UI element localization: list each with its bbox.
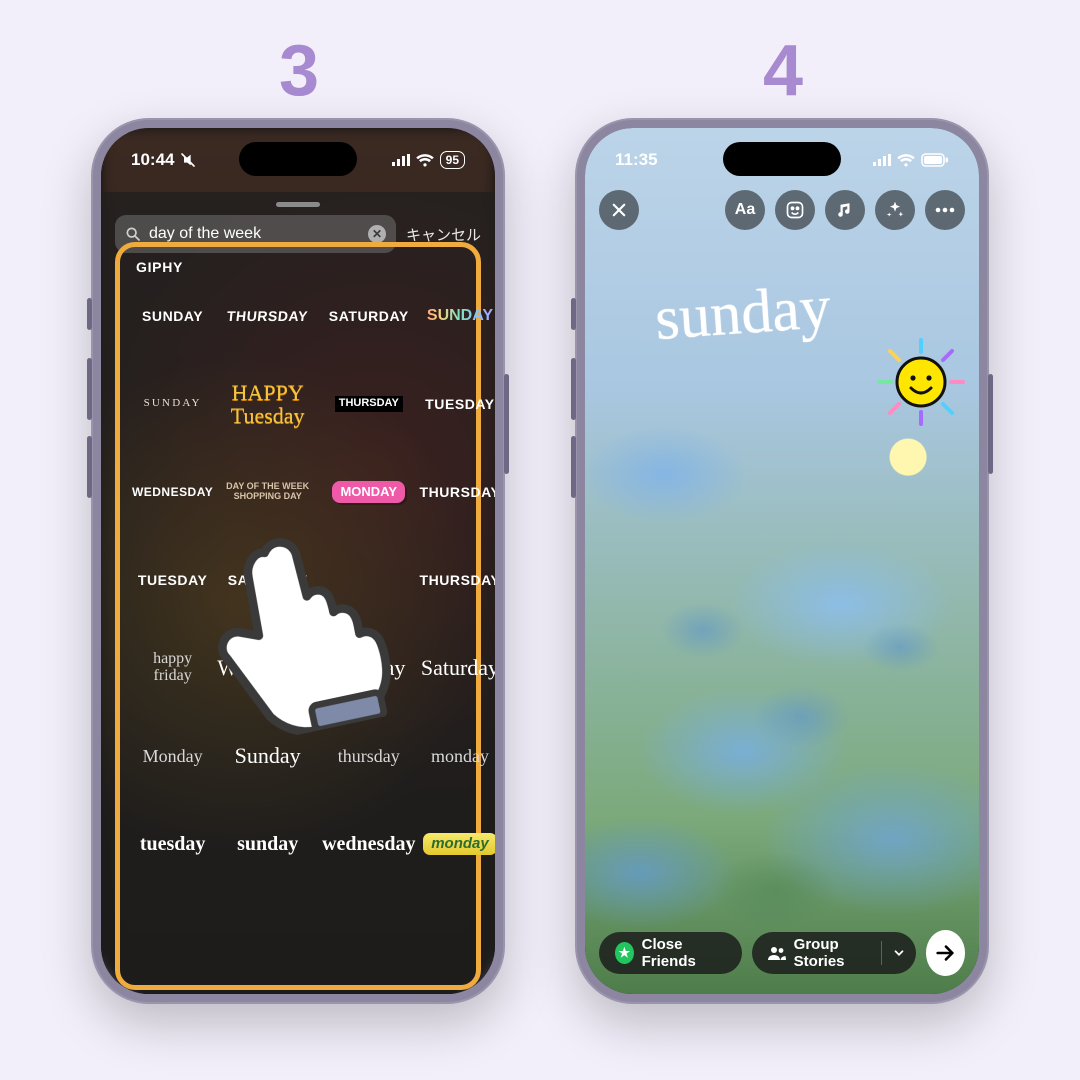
status-time: 11:35 bbox=[615, 150, 658, 170]
battery-icon: 95 bbox=[440, 151, 465, 169]
sticker-item[interactable]: Wednesday bbox=[217, 645, 318, 691]
sheet-grabber[interactable] bbox=[276, 202, 320, 207]
clear-search-button[interactable]: ✕ bbox=[368, 225, 386, 243]
sticker-item[interactable]: thursday bbox=[322, 733, 415, 779]
step-3: 3 10:44 95 bbox=[91, 30, 505, 1080]
sticker-search-sheet: ✕ キャンセル GIPHY SUNDAY THURSDAY SATURDAY S… bbox=[101, 192, 495, 994]
step-number: 4 bbox=[763, 30, 801, 112]
battery-icon bbox=[921, 153, 949, 167]
sticker-item[interactable]: HAPPY Tuesday bbox=[217, 381, 318, 427]
sticker-item[interactable]: Monday bbox=[132, 733, 213, 779]
sticker-item[interactable]: SUNDAY bbox=[419, 293, 495, 339]
sticker-grid: SUNDAY THURSDAY SATURDAY SUNDAY SUNDAY H… bbox=[126, 293, 470, 875]
placed-sticker-sunday[interactable]: sunday bbox=[653, 272, 833, 355]
group-stories-button[interactable]: Group Stories bbox=[752, 932, 916, 974]
cellular-icon bbox=[392, 154, 410, 166]
silent-icon bbox=[180, 152, 196, 168]
effects-tool-button[interactable] bbox=[875, 190, 915, 230]
sticker-item[interactable]: TUESDAY bbox=[132, 557, 213, 603]
sticker-item[interactable] bbox=[322, 557, 415, 603]
phone-mockup: 10:44 95 ✕ bbox=[91, 118, 505, 1004]
cellular-icon bbox=[873, 154, 891, 166]
sticker-item[interactable]: SUNDAY bbox=[132, 293, 213, 339]
sticker-item[interactable]: Sunday bbox=[217, 733, 318, 779]
wifi-icon bbox=[416, 154, 434, 167]
status-time: 10:44 bbox=[131, 150, 174, 170]
close-button[interactable] bbox=[599, 190, 639, 230]
sticker-item[interactable]: THURSDAY bbox=[419, 557, 495, 603]
close-friends-button[interactable]: ★ Close Friends bbox=[599, 932, 742, 974]
phone-mockup: 11:35 Aa bbox=[575, 118, 989, 1004]
step-4: 4 11:35 Aa bbox=[575, 30, 989, 1080]
send-button[interactable] bbox=[926, 930, 965, 976]
sticker-item[interactable]: SUNDAY bbox=[132, 381, 213, 427]
step-number: 3 bbox=[279, 30, 317, 112]
story-toolbar: Aa bbox=[599, 190, 965, 230]
more-tool-button[interactable] bbox=[925, 190, 965, 230]
sticker-item[interactable]: TUESDAY bbox=[419, 381, 495, 427]
sticker-item[interactable]: WEDNESDAY bbox=[132, 469, 213, 515]
search-input[interactable] bbox=[149, 225, 360, 243]
search-icon bbox=[125, 226, 141, 242]
star-icon: ★ bbox=[615, 942, 634, 964]
sticker-item[interactable]: monday bbox=[419, 733, 495, 779]
sticker-item[interactable]: sunday bbox=[217, 821, 318, 867]
sticker-item[interactable]: THURSDAY bbox=[419, 469, 495, 515]
sticker-item[interactable]: happy friday bbox=[132, 645, 213, 691]
dynamic-island bbox=[239, 142, 357, 176]
sticker-item[interactable]: DAY OF THE WEEK SHOPPING DAY bbox=[217, 469, 318, 515]
wifi-icon bbox=[897, 154, 915, 167]
sticker-item[interactable]: monday bbox=[419, 821, 495, 867]
sticker-tool-button[interactable] bbox=[775, 190, 815, 230]
sticker-item[interactable]: wednesday bbox=[322, 821, 415, 867]
sticker-item[interactable]: THURSDAY bbox=[322, 381, 415, 427]
text-tool-button[interactable]: Aa bbox=[725, 190, 765, 230]
sticker-item[interactable]: SATURDAY bbox=[217, 557, 318, 603]
sticker-item[interactable]: MONDAY bbox=[322, 469, 415, 515]
share-bar: ★ Close Friends Group Stories bbox=[599, 930, 965, 976]
sticker-item[interactable]: THURSDAY bbox=[215, 293, 321, 339]
sticker-item[interactable]: Monday bbox=[322, 645, 415, 691]
giphy-results-highlight: GIPHY SUNDAY THURSDAY SATURDAY SUNDAY SU… bbox=[115, 242, 481, 990]
sticker-item[interactable]: Saturday bbox=[419, 645, 495, 691]
story-photo-flowers bbox=[585, 128, 979, 994]
music-tool-button[interactable] bbox=[825, 190, 865, 230]
sticker-item[interactable]: tuesday bbox=[132, 821, 213, 867]
dynamic-island bbox=[723, 142, 841, 176]
giphy-label: GIPHY bbox=[126, 259, 470, 275]
people-icon bbox=[768, 946, 786, 960]
chevron-down-icon[interactable] bbox=[892, 946, 906, 960]
placed-sticker-sun[interactable] bbox=[875, 336, 967, 428]
sticker-item[interactable]: SATURDAY bbox=[322, 293, 415, 339]
